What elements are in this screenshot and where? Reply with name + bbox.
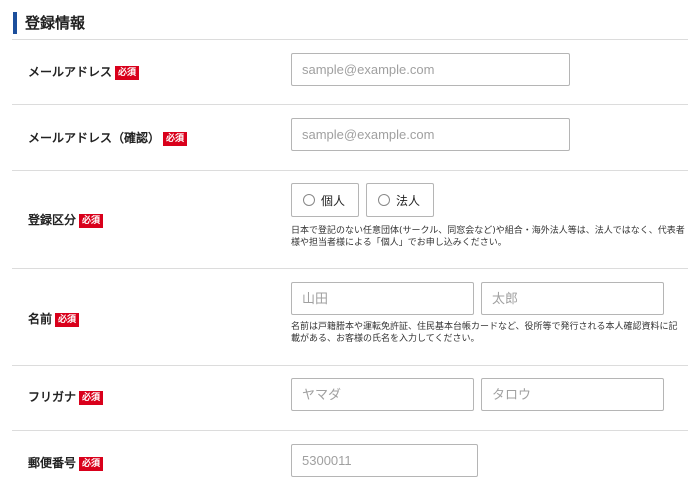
last-name-input[interactable] (291, 282, 474, 315)
radio-individual[interactable]: 個人 (291, 183, 359, 217)
first-name-input[interactable] (481, 282, 664, 315)
radio-corporation-label: 法人 (396, 193, 421, 208)
furigana-label: フリガナ 必須 (28, 389, 104, 405)
furigana-label-text: フリガナ (28, 390, 77, 404)
radio-circle-icon (303, 194, 315, 206)
email-confirm-label: メールアドレス（確認） 必須 (28, 130, 188, 146)
required-badge: 必須 (79, 214, 104, 228)
radio-corporation[interactable]: 法人 (366, 183, 434, 217)
divider (12, 39, 688, 40)
name-label-text: 名前 (28, 312, 53, 326)
registration-type-note: 日本で登記のない任意団体(サークル、同窓会など)や組合・海外法人等は、法人ではな… (291, 226, 685, 248)
required-badge: 必須 (55, 313, 80, 327)
postal-code-input[interactable] (291, 444, 478, 477)
divider (12, 430, 688, 431)
name-note: 名前は戸籍謄本や運転免許証、住民基本台帳カードなど、役所等で発行される本人確認資… (291, 322, 678, 344)
email-label-text: メールアドレス (28, 65, 113, 79)
registration-type-label-text: 登録区分 (28, 213, 77, 227)
registration-type-label: 登録区分 必須 (28, 212, 104, 228)
email-label: メールアドレス 必須 (28, 64, 140, 80)
required-badge: 必須 (115, 66, 140, 80)
name-label: 名前 必須 (28, 311, 80, 327)
divider (12, 365, 688, 366)
required-badge: 必須 (79, 457, 104, 471)
first-name-kana-input[interactable] (481, 378, 664, 411)
email-input[interactable] (291, 53, 570, 86)
radio-circle-icon (378, 194, 390, 206)
required-badge: 必須 (163, 132, 188, 146)
last-name-kana-input[interactable] (291, 378, 474, 411)
divider (12, 170, 688, 171)
postal-code-label-text: 郵便番号 (28, 456, 77, 470)
required-badge: 必須 (79, 391, 104, 405)
email-confirm-input[interactable] (291, 118, 570, 151)
radio-individual-label: 個人 (321, 193, 346, 208)
postal-code-label: 郵便番号 必須 (28, 455, 104, 471)
divider (12, 268, 688, 269)
divider (12, 104, 688, 105)
section-title: 登録情報 (13, 12, 85, 34)
email-confirm-label-text: メールアドレス（確認） (28, 131, 161, 145)
